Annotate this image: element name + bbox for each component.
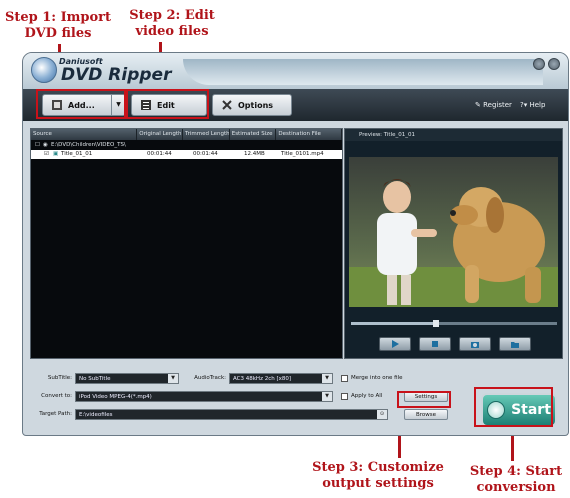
highlight-add [36, 89, 126, 119]
merge-label: Merge into one file [351, 375, 403, 381]
close-icon[interactable] [548, 58, 560, 70]
snapshot-button[interactable] [459, 337, 491, 351]
row-source: Title_01_01 [61, 151, 93, 157]
merge-checkbox[interactable] [341, 375, 348, 382]
col-source[interactable]: Source [31, 129, 138, 140]
subtitle-select[interactable]: No SubTitle ▼ [75, 373, 179, 384]
col-original-length[interactable]: Original Length [137, 129, 184, 140]
disc-icon: ◉ [43, 142, 48, 148]
file-list-panel: Source Original Length Trimmed Length Es… [30, 128, 343, 359]
preview-panel: Preview: Title_01_01 [344, 128, 563, 359]
browse-button[interactable]: Browse [404, 409, 448, 420]
convert-label: Convert to: [41, 393, 72, 399]
stop-button[interactable] [419, 337, 451, 351]
audiotrack-value: AC3 48kHz 2ch [x80] [233, 376, 292, 382]
seek-handle[interactable] [433, 320, 439, 327]
highlight-start [474, 387, 553, 427]
row-checkbox[interactable]: ☑ [44, 151, 49, 157]
play-icon [392, 340, 399, 348]
row-original-length: 00:01:44 [147, 151, 172, 157]
title-swoosh [183, 59, 543, 85]
preview-frame-image [349, 157, 558, 307]
step4-arrow [511, 435, 514, 461]
audiotrack-select[interactable]: AC3 48kHz 2ch [x80] ▼ [229, 373, 333, 384]
root-checkbox[interactable]: ☐ [35, 142, 40, 148]
step2-annotation: Step 2: Edit video files [129, 8, 215, 39]
file-list-header: Source Original Length Trimmed Length Es… [31, 129, 342, 140]
play-button[interactable] [379, 337, 411, 351]
title-bar: Daniusoft DVD Ripper [23, 53, 568, 89]
app-title: DVD Ripper [61, 65, 172, 85]
row-estimated-size: 12.4MB [244, 151, 265, 157]
options-button[interactable]: Options [212, 94, 292, 116]
row-trimmed-length: 00:01:44 [193, 151, 218, 157]
audiotrack-label: AudioTrack: [194, 375, 226, 381]
options-button-label: Options [238, 100, 274, 110]
minimize-icon[interactable] [533, 58, 545, 70]
chevron-down-icon: ▼ [322, 392, 332, 401]
stop-icon [432, 341, 438, 347]
seek-slider[interactable] [351, 320, 557, 327]
folder-icon [511, 342, 519, 348]
folder-open-icon[interactable]: ⊙ [377, 410, 387, 419]
row-destination: Title_0101.mp4 [281, 151, 324, 157]
highlight-edit [126, 89, 209, 119]
root-path: E:\DVD\Children\VIDEO_TS\ [51, 142, 126, 148]
target-path-label: Target Path: [39, 411, 72, 417]
target-path-input[interactable]: E:\videofiles ⊙ [75, 409, 388, 420]
help-link[interactable]: ?▾ Help [520, 101, 545, 109]
table-row[interactable]: ☑ ▣ Title_01_01 00:01:44 00:01:44 12.4MB… [31, 150, 342, 159]
highlight-settings [397, 391, 451, 408]
target-path-value: E:\videofiles [79, 412, 113, 418]
tools-icon [222, 100, 232, 110]
subtitle-value: No SubTitle [79, 376, 111, 382]
apply-all-checkbox[interactable] [341, 393, 348, 400]
chevron-down-icon: ▼ [322, 374, 332, 383]
convert-format-select[interactable]: iPod Video MPEG-4(*.mp4) ▼ [75, 391, 333, 402]
convert-value: iPod Video MPEG-4(*.mp4) [79, 394, 152, 400]
preview-title: Preview: Title_01_01 [345, 129, 562, 141]
open-folder-button[interactable] [499, 337, 531, 351]
step4-annotation: Step 4: Start conversion [469, 464, 563, 495]
dvd-logo-icon [31, 57, 57, 83]
video-file-icon: ▣ [53, 151, 59, 157]
col-estimated-size[interactable]: Estimated Size [230, 129, 277, 140]
step3-annotation: Step 3: Customize output settings [312, 460, 444, 491]
seek-fill [351, 322, 434, 325]
chevron-down-icon: ▼ [168, 374, 178, 383]
camera-icon [471, 342, 479, 348]
register-link[interactable]: ✎ Register [475, 101, 512, 109]
apply-all-label: Apply to All [351, 393, 383, 399]
list-item-root[interactable]: ☐ ◉ E:\DVD\Children\VIDEO_TS\ [31, 141, 342, 150]
col-destination-file[interactable]: Destination File [276, 129, 342, 140]
step1-annotation: Step 1: Import DVD files [4, 10, 112, 41]
col-trimmed-length[interactable]: Trimmed Length [183, 129, 230, 140]
video-preview [349, 157, 558, 307]
subtitle-label: SubTitle: [47, 375, 72, 381]
